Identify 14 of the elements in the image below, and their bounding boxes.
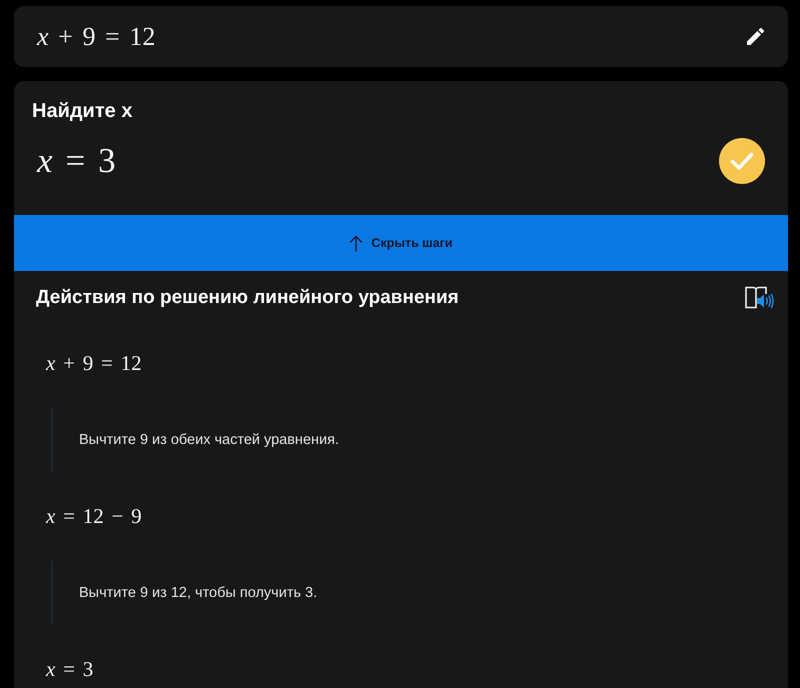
- step-equation: x = 3: [46, 656, 94, 682]
- book-speaker-icon: [745, 286, 774, 310]
- pencil-icon: [747, 28, 764, 45]
- equation-text: x + 9 = 12: [37, 22, 156, 52]
- read-aloud-button[interactable]: [745, 286, 774, 310]
- edit-button[interactable]: [747, 28, 764, 45]
- steps-title: Действия по решению линейного уравнения: [36, 287, 459, 309]
- step-equation: x + 9 = 12: [46, 350, 142, 376]
- step-equation: x = 12 − 9: [46, 504, 142, 528]
- answer-text: x = 3: [37, 140, 116, 182]
- step-explanation: Вычтите 9 из 12, чтобы получить 3.: [79, 585, 318, 601]
- hide-steps-button[interactable]: Скрыть шаги: [14, 215, 788, 271]
- result-title: Найдите x: [32, 99, 134, 123]
- step-explanation: Вычтите 9 из обеих частей уравнения.: [79, 432, 339, 448]
